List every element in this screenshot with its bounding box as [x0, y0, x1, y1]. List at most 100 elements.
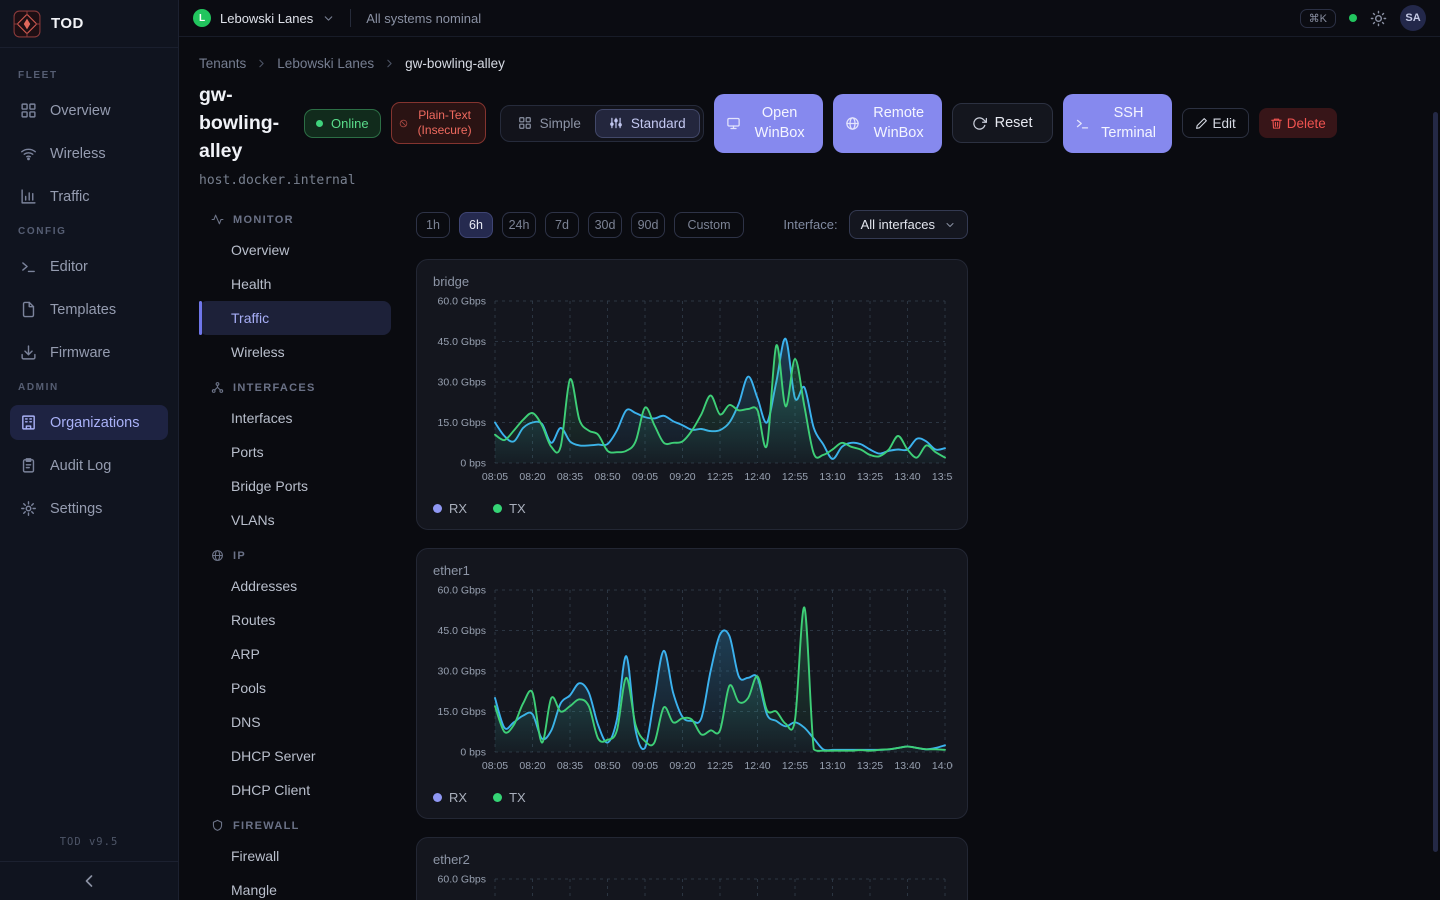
interface-select[interactable]: All interfaces: [849, 210, 968, 239]
sidebar-section-items: Organizations Audit Log Settings: [10, 405, 168, 526]
svg-text:08:35: 08:35: [557, 471, 583, 483]
chart-host: 60.0 Gbps45.0 Gbps30.0 Gbps15.0 Gbps0 bp…: [433, 871, 951, 900]
legend-label: RX: [449, 501, 467, 516]
svg-text:12:55: 12:55: [782, 471, 808, 483]
view-mode-label: Standard: [631, 116, 686, 131]
svg-text:0 bps: 0 bps: [460, 458, 486, 470]
sidebar-item[interactable]: Traffic: [10, 179, 168, 214]
monitor-icon: [726, 116, 741, 131]
time-range-button[interactable]: 24h: [502, 212, 536, 238]
scrollbar[interactable]: [1433, 112, 1438, 852]
traffic-chart: 60.0 Gbps45.0 Gbps30.0 Gbps15.0 Gbps0 bp…: [433, 582, 953, 778]
svg-text:0 bps: 0 bps: [460, 747, 486, 759]
sidebar-item[interactable]: Editor: [10, 249, 168, 284]
theme-toggle-button[interactable]: [1370, 10, 1387, 27]
chevron-down-icon: [322, 12, 335, 25]
sidebar-section: CONFIG Editor Templates Firmware: [10, 226, 168, 370]
time-range-button[interactable]: 6h: [459, 212, 493, 238]
breadcrumb-tenants[interactable]: Tenants: [199, 56, 246, 71]
subnav-item[interactable]: Routes: [199, 603, 391, 637]
sidebar-collapse-button[interactable]: [79, 871, 99, 891]
subnav-item[interactable]: VLANs: [199, 503, 391, 537]
main-content: Tenants Lebowski Lanes gw-bowling-alley …: [179, 37, 1440, 900]
time-range-button[interactable]: 30d: [588, 212, 622, 238]
sidebar-item[interactable]: Organizations: [10, 405, 168, 440]
subnav-section-items: AddressesRoutesARPPoolsDNSDHCP ServerDHC…: [199, 569, 391, 807]
time-range-button[interactable]: Custom: [674, 212, 744, 238]
sidebar-item[interactable]: Templates: [10, 292, 168, 327]
subnav-item[interactable]: Interfaces: [199, 401, 391, 435]
interface-label: Interface:: [783, 217, 837, 232]
subnav-item[interactable]: DHCP Client: [199, 773, 391, 807]
subnav-item[interactable]: Overview: [199, 233, 391, 267]
time-range-button[interactable]: 7d: [545, 212, 579, 238]
legend-label: RX: [449, 790, 467, 805]
breadcrumb-device: gw-bowling-alley: [405, 56, 505, 71]
subnav-section-header: IP: [199, 543, 391, 569]
edit-button[interactable]: Edit: [1182, 108, 1249, 138]
tenant-switcher[interactable]: L Lebowski Lanes: [193, 9, 335, 27]
page-title: gw-bowling-alley: [199, 81, 294, 165]
subnav-section-label: MONITOR: [233, 214, 294, 226]
sidebar-item[interactable]: Overview: [10, 93, 168, 128]
breadcrumb-tenant[interactable]: Lebowski Lanes: [277, 56, 374, 71]
svg-text:60.0 Gbps: 60.0 Gbps: [438, 296, 486, 308]
svg-text:13:25: 13:25: [857, 760, 883, 772]
sidebar-item[interactable]: Audit Log: [10, 448, 168, 483]
chart-card-ether2: ether2 60.0 Gbps45.0 Gbps30.0 Gbps15.0 G…: [416, 837, 968, 900]
subnav-item[interactable]: Bridge Ports: [199, 469, 391, 503]
device-subnav: MONITOR OverviewHealthTrafficWireless IN…: [199, 201, 391, 900]
building-icon: [20, 414, 37, 431]
topbar: L Lebowski Lanes All systems nominal ⌘K …: [179, 0, 1440, 37]
ssh-terminal-button[interactable]: SSH Terminal: [1063, 94, 1172, 153]
sidebar-item[interactable]: Firmware: [10, 335, 168, 370]
subnav-item[interactable]: ARP: [199, 637, 391, 671]
terminal-icon: [1075, 116, 1090, 131]
legend-item: TX: [493, 501, 526, 516]
subnav-section-label: INTERFACES: [233, 382, 316, 394]
time-range-button[interactable]: 90d: [631, 212, 665, 238]
sidebar-item[interactable]: Wireless: [10, 136, 168, 171]
sidebar-item-label: Organizations: [50, 415, 139, 431]
reset-button[interactable]: Reset: [952, 103, 1053, 143]
subnav-item[interactable]: Ports: [199, 435, 391, 469]
delete-button[interactable]: Delete: [1259, 108, 1337, 138]
subnav-item[interactable]: Traffic: [199, 301, 391, 335]
tenant-name: Lebowski Lanes: [220, 11, 313, 26]
subnav-item[interactable]: Pools: [199, 671, 391, 705]
svg-text:30.0 Gbps: 30.0 Gbps: [438, 377, 486, 389]
sidebar-item-label: Firmware: [50, 345, 110, 361]
subnav-item[interactable]: DHCP Server: [199, 739, 391, 773]
svg-text:13:25: 13:25: [857, 471, 883, 483]
subnav-section-header: FIREWALL: [199, 813, 391, 839]
command-palette-shortcut[interactable]: ⌘K: [1300, 9, 1336, 28]
chart-host: 60.0 Gbps45.0 Gbps30.0 Gbps15.0 Gbps0 bp…: [433, 293, 951, 492]
svg-text:60.0 Gbps: 60.0 Gbps: [438, 874, 486, 886]
subnav-section: INTERFACES InterfacesPortsBridge PortsVL…: [199, 375, 391, 537]
view-mode-button[interactable]: Simple: [504, 109, 595, 138]
sidebar-item-label: Editor: [50, 259, 88, 275]
breadcrumb: Tenants Lebowski Lanes gw-bowling-alley: [199, 56, 1440, 71]
remote-winbox-button[interactable]: Remote WinBox: [833, 94, 942, 153]
subnav-item[interactable]: Addresses: [199, 569, 391, 603]
view-mode-button[interactable]: Standard: [595, 109, 700, 138]
traffic-controls: 1h 6h 24h 7d 30d 90d Custom Interface: All int…: [416, 210, 968, 239]
svg-text:12:40: 12:40: [744, 760, 770, 772]
svg-text:09:20: 09:20: [669, 471, 695, 483]
user-avatar[interactable]: SA: [1400, 5, 1426, 31]
terminal-icon: [20, 258, 37, 275]
sidebar-item-label: Templates: [50, 302, 116, 318]
legend-dot: [433, 793, 442, 802]
subnav-item[interactable]: Mangle: [199, 873, 391, 900]
time-range-button[interactable]: 1h: [416, 212, 450, 238]
traffic-panel: 1h 6h 24h 7d 30d 90d Custom Interface: All int…: [416, 201, 968, 900]
subnav-item[interactable]: Health: [199, 267, 391, 301]
svg-text:12:40: 12:40: [744, 471, 770, 483]
open-winbox-button[interactable]: Open WinBox: [714, 94, 823, 153]
sidebar-item[interactable]: Settings: [10, 491, 168, 526]
app-logo[interactable]: TOD: [0, 0, 178, 48]
subnav-item[interactable]: Firewall: [199, 839, 391, 873]
chart-title: ether1: [433, 563, 951, 578]
subnav-item[interactable]: DNS: [199, 705, 391, 739]
subnav-item[interactable]: Wireless: [199, 335, 391, 369]
